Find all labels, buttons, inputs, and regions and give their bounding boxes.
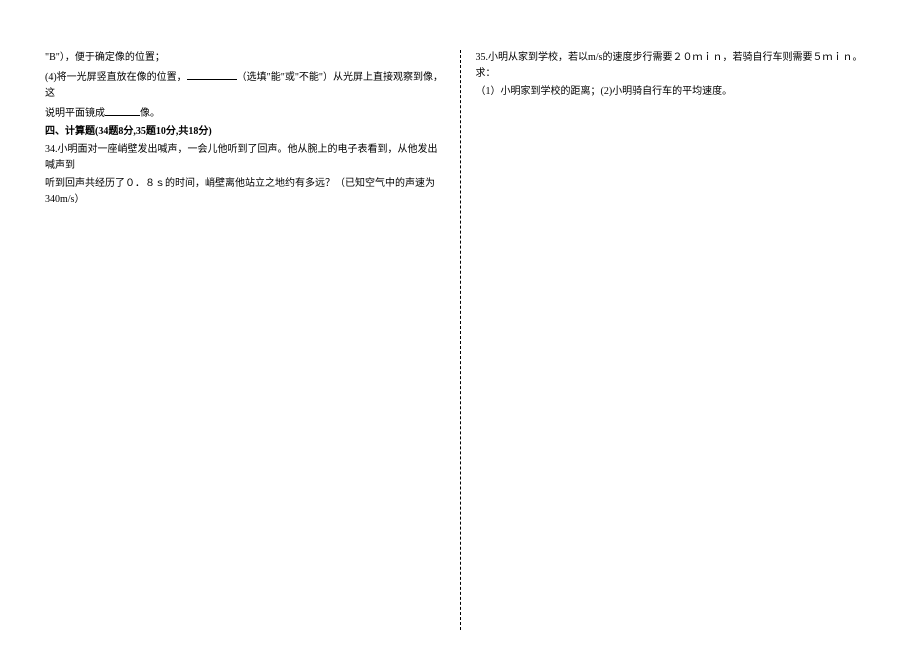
- line3-suffix: 像。: [140, 108, 160, 119]
- q-continuation-line2: (4)将一光屏竖直放在像的位置，（选填"能"或"不能"）从光屏上直接观察到像，这: [45, 68, 445, 102]
- section-title: 四、计算题(34题8分,35题10分,共18分): [45, 124, 445, 140]
- q-continuation-line1: "B"），便于确定像的位置；: [45, 50, 445, 66]
- q35-line2: （1）小明家到学校的距离；(2)小明骑自行车的平均速度。: [476, 84, 876, 100]
- q34-line2: 听到回声共经历了０．８ｓ的时间，峭壁离他站立之地约有多远？（已知空气中的声速为3…: [45, 176, 445, 208]
- line3-prefix: 说明平面镜成: [45, 108, 105, 119]
- q-continuation-line3: 说明平面镜成 像。: [45, 104, 445, 122]
- blank-1: [187, 68, 237, 80]
- q35-line1: 35.小明从家到学校，若以m/s的速度步行需要２０ｍｉｎ，若骑自行车则需要５ｍｉ…: [476, 50, 876, 82]
- blank-2: [105, 104, 140, 116]
- exam-page: "B"），便于确定像的位置； (4)将一光屏竖直放在像的位置，（选填"能"或"不…: [0, 0, 920, 650]
- left-column: "B"），便于确定像的位置； (4)将一光屏竖直放在像的位置，（选填"能"或"不…: [35, 50, 455, 620]
- line2-prefix: (4)将一光屏竖直放在像的位置，: [45, 72, 187, 83]
- right-column: 35.小明从家到学校，若以m/s的速度步行需要２０ｍｉｎ，若骑自行车则需要５ｍｉ…: [466, 50, 886, 620]
- column-divider: [460, 50, 461, 630]
- q34-line1: 34.小明面对一座峭壁发出喊声，一会儿他听到了回声。他从腕上的电子表看到，从他发…: [45, 142, 445, 174]
